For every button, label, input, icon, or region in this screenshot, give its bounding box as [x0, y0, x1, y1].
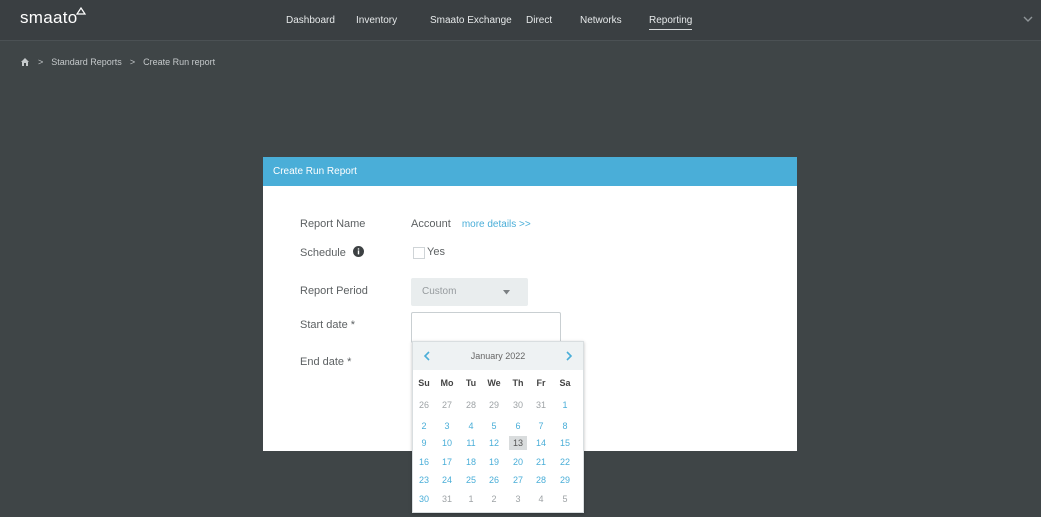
chevron-right-icon[interactable] [566, 351, 573, 361]
calendar-day[interactable]: 10 [438, 436, 456, 450]
report-period-selected: Custom [422, 286, 457, 297]
calendar-day[interactable]: 17 [438, 455, 456, 469]
start-date-label: Start date * [300, 319, 356, 331]
calendar-day[interactable]: 22 [556, 455, 574, 469]
weekday-header: Su [418, 378, 430, 388]
schedule-label: Schedule [300, 246, 364, 259]
calendar-day[interactable]: 26 [485, 473, 503, 487]
calendar-day[interactable]: 30 [509, 398, 527, 412]
calendar-day[interactable]: 29 [556, 473, 574, 487]
chevron-down-icon[interactable] [1023, 15, 1033, 23]
calendar-day[interactable]: 3 [438, 419, 456, 433]
nav-item-direct[interactable]: Direct [526, 15, 552, 26]
report-period-select[interactable]: Custom [411, 278, 528, 306]
calendar-day[interactable]: 25 [462, 473, 480, 487]
calendar-day[interactable]: 4 [532, 492, 550, 506]
calendar-day[interactable]: 12 [485, 436, 503, 450]
top-navigation-bar: smaato Dashboard Inventory Smaato Exchan… [0, 0, 1041, 41]
breadcrumb-current-page: Create Run report [143, 57, 216, 67]
calendar-day[interactable]: 4 [462, 419, 480, 433]
calendar-day[interactable]: 19 [485, 455, 503, 469]
weekday-header: Tu [465, 378, 477, 388]
calendar-day[interactable]: 11 [462, 436, 480, 450]
weekday-header: Th [512, 378, 524, 388]
report-name-label: Report Name [300, 218, 366, 230]
info-icon[interactable] [352, 246, 364, 257]
schedule-label-text: Schedule [300, 247, 346, 259]
nav-item-dashboard[interactable]: Dashboard [286, 15, 335, 26]
calendar-day[interactable]: 1 [462, 492, 480, 506]
calendar-day[interactable]: 5 [556, 492, 574, 506]
weekday-header: Fr [536, 378, 546, 388]
weekday-header: We [487, 378, 501, 388]
more-details-link[interactable]: more details >> [462, 219, 531, 230]
calendar-day[interactable]: 2 [415, 419, 433, 433]
calendar-day[interactable]: 5 [485, 419, 503, 433]
start-date-input[interactable] [411, 312, 561, 343]
calendar-day[interactable]: 27 [509, 473, 527, 487]
calendar-day[interactable]: 27 [438, 398, 456, 412]
nav-item-networks[interactable]: Networks [580, 15, 622, 26]
calendar-day[interactable]: 15 [556, 436, 574, 450]
breadcrumb-separator: > [129, 57, 136, 67]
calendar-day[interactable]: 16 [415, 455, 433, 469]
caret-down-icon [503, 290, 510, 295]
date-picker-month[interactable]: January 2022 [413, 351, 583, 361]
calendar-day[interactable]: 23 [415, 473, 433, 487]
weekday-header: Sa [559, 378, 571, 388]
date-picker: January 2022 Su Mo Tu We Th Fr Sa 26 27 … [412, 341, 584, 513]
calendar-day[interactable]: 30 [415, 492, 433, 506]
calendar-day[interactable]: 21 [532, 455, 550, 469]
calendar-day[interactable]: 2 [485, 492, 503, 506]
calendar-day[interactable]: 8 [556, 419, 574, 433]
brand-logo[interactable]: smaato [20, 6, 87, 28]
end-date-label: End date * [300, 356, 352, 368]
report-period-label: Report Period [300, 285, 368, 297]
logo-signal-icon [75, 6, 87, 15]
report-name-value: Account more details >> [411, 218, 531, 230]
nav-item-reporting[interactable]: Reporting [649, 15, 693, 30]
nav-item-smaato-exchange[interactable]: Smaato Exchange [430, 15, 512, 26]
nav-item-inventory[interactable]: Inventory [356, 15, 397, 26]
panel-title: Create Run Report [263, 157, 797, 186]
calendar-day[interactable]: 9 [415, 436, 433, 450]
breadcrumb: > Standard Reports > Create Run report [20, 57, 215, 67]
breadcrumb-separator: > [38, 57, 44, 67]
report-name-text: Account [411, 218, 451, 230]
calendar-day[interactable]: 31 [532, 398, 550, 412]
calendar-day[interactable]: 1 [556, 398, 574, 412]
calendar-day[interactable]: 6 [509, 419, 527, 433]
weekday-header: Mo [440, 378, 454, 388]
calendar-day[interactable]: 7 [532, 419, 550, 433]
schedule-yes-label[interactable]: Yes [427, 246, 445, 258]
calendar-day[interactable]: 14 [532, 436, 550, 450]
breadcrumb-standard-reports[interactable]: Standard Reports [51, 57, 122, 67]
calendar-day-today[interactable]: 13 [509, 436, 527, 450]
calendar-day[interactable]: 20 [509, 455, 527, 469]
calendar-day[interactable]: 24 [438, 473, 456, 487]
calendar-day[interactable]: 26 [415, 398, 433, 412]
calendar-day[interactable]: 28 [532, 473, 550, 487]
schedule-checkbox[interactable] [413, 247, 425, 259]
calendar-day[interactable]: 3 [509, 492, 527, 506]
calendar-day[interactable]: 29 [485, 398, 503, 412]
home-icon[interactable] [20, 57, 30, 67]
calendar-day[interactable]: 31 [438, 492, 456, 506]
calendar-day[interactable]: 28 [462, 398, 480, 412]
calendar-day[interactable]: 18 [462, 455, 480, 469]
brand-name: smaato [20, 8, 78, 27]
